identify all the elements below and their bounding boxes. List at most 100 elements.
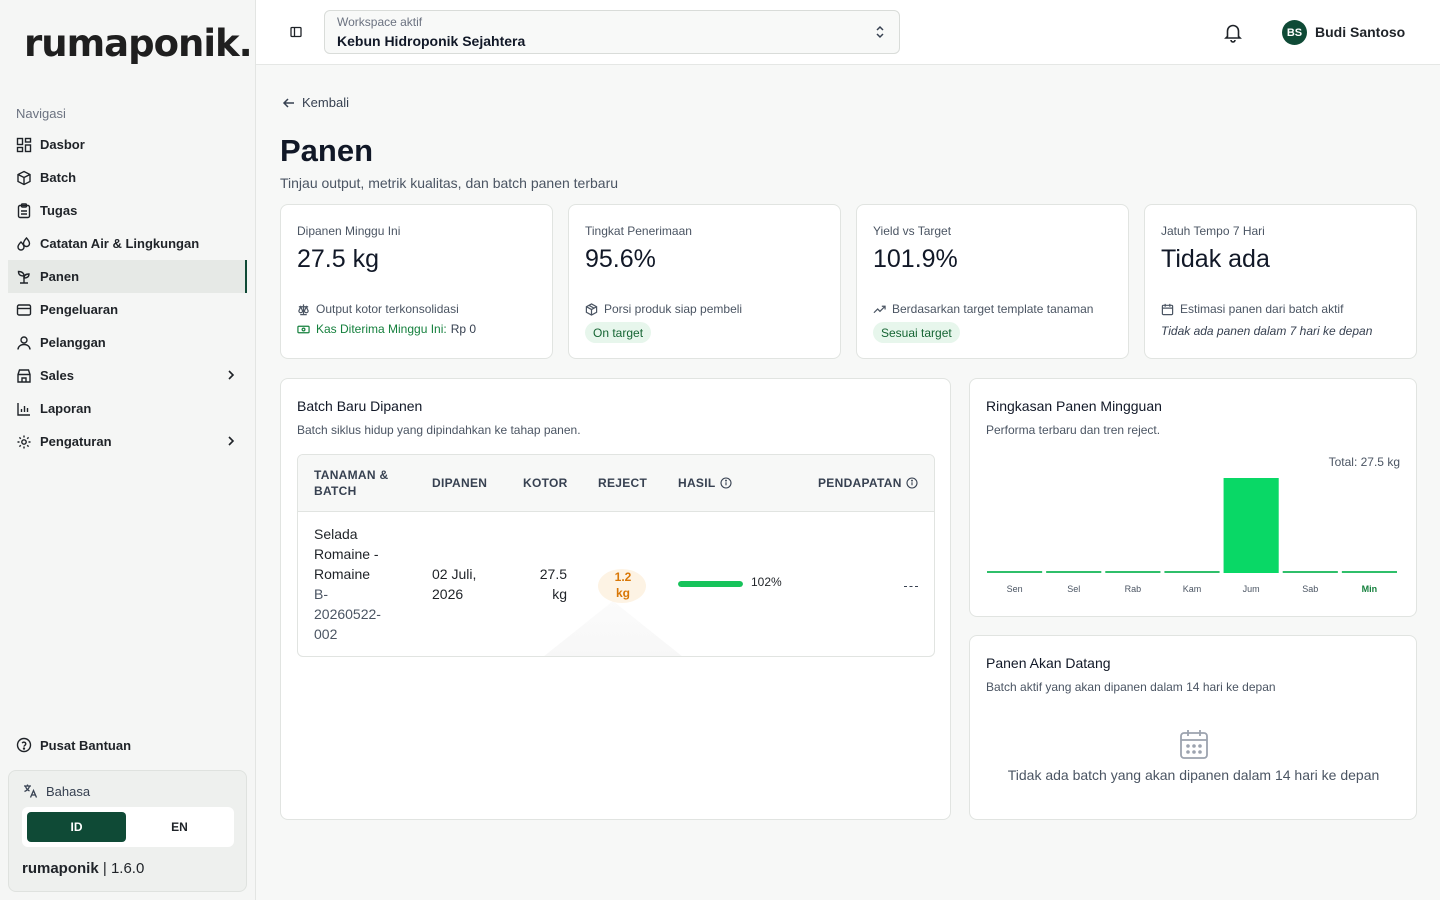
chart-bar-jum[interactable]: [1223, 478, 1279, 573]
sidebar-item-tugas[interactable]: Tugas: [8, 194, 247, 227]
version-number: 1.6.0: [110, 860, 145, 877]
sidebar-item-laporan[interactable]: Laporan: [8, 392, 247, 425]
stat-note-text: Porsi produk siap pembeli: [604, 302, 743, 316]
logo[interactable]: rumaponik.: [24, 22, 253, 65]
wallet-icon: [16, 302, 32, 318]
workspace-label: Workspace aktif: [337, 15, 423, 29]
back-label: Kembali: [302, 95, 349, 110]
crop-name: Selada Romaine - Romaine: [314, 524, 379, 584]
chevron-right-icon: [225, 369, 237, 384]
empty-state-text: Tidak ada batch yang akan dipanen dalam …: [1007, 767, 1380, 783]
column-header-gross[interactable]: KOTOR: [523, 475, 568, 491]
sidebar-item-pengeluaran[interactable]: Pengeluaran: [8, 293, 247, 326]
language-option-en[interactable]: EN: [130, 812, 229, 842]
batch-code-line: 002: [314, 626, 338, 642]
stat-note: Output kotor terkonsolidasi: [297, 302, 459, 316]
sidebar-item-label: Batch: [40, 170, 77, 185]
sidebar-item-label: Sales: [40, 368, 74, 383]
page-title: Panen: [280, 133, 374, 168]
stat-value: 101.9%: [873, 245, 958, 273]
sidebar-item-label: Tugas: [40, 203, 78, 218]
chart-bar-sel[interactable]: [1046, 571, 1102, 573]
chart-bar-sab[interactable]: [1282, 571, 1338, 573]
droplets-icon: [16, 236, 32, 252]
column-header-reject[interactable]: REJECT: [598, 475, 647, 491]
chart-tick-label-jum: Jum: [1243, 584, 1260, 594]
stat-note-text: Output kotor terkonsolidasi: [316, 302, 459, 316]
column-header-crop-line1: TANAMAN &: [314, 468, 389, 482]
batches-table: TANAMAN & BATCH DIPANEN KOTOR REJECT HAS…: [297, 454, 935, 657]
reject-weight: 1.2 kg: [608, 569, 638, 601]
sidebar-toggle-icon[interactable]: [290, 25, 302, 43]
weekly-harvest-chart: Sen Sel Rab Kam Jum Sab Min: [987, 478, 1397, 594]
column-header-harvested[interactable]: DIPANEN: [432, 475, 487, 491]
help-center-link[interactable]: Pusat Bantuan: [16, 737, 131, 753]
chart-bar-min[interactable]: [1341, 571, 1397, 573]
stat-value: 27.5 kg: [297, 245, 380, 273]
sidebar-item-label: Laporan: [40, 401, 92, 416]
bar-chart-icon: [16, 401, 32, 417]
chart-bar-rab[interactable]: [1105, 571, 1161, 573]
stat-card-harvested: Dipanen Minggu Ini 27.5 kg Output kotor …: [280, 204, 553, 359]
section-title: Ringkasan Panen Mingguan: [986, 398, 1162, 414]
upcoming-harvest-card: Panen Akan Datang Batch aktif yang akan …: [969, 635, 1417, 820]
gross-weight-line: 27.5: [539, 566, 567, 582]
topbar: Workspace aktif Kebun Hidroponik Sejahte…: [256, 0, 1440, 65]
user-icon: [16, 335, 32, 351]
cash-received-link[interactable]: Kas Diterima Minggu Ini: Rp 0: [297, 322, 476, 336]
stat-value: 95.6%: [585, 245, 656, 273]
sidebar-item-dasbor[interactable]: Dasbor: [8, 128, 247, 161]
gross-weight: 27.5 kg: [539, 564, 567, 604]
crop-name-line: Selada: [314, 526, 358, 542]
stat-value: Tidak ada: [1161, 245, 1270, 273]
sidebar-item-label: Pelanggan: [40, 335, 106, 350]
sidebar-nav: Dasbor Batch Tugas Catatan Air & Lingkun…: [8, 128, 247, 458]
info-icon[interactable]: [906, 477, 918, 489]
table-header: TANAMAN & BATCH DIPANEN KOTOR REJECT HAS…: [298, 455, 934, 512]
trending-up-icon: [873, 303, 886, 316]
workspace-selector[interactable]: Workspace aktif Kebun Hidroponik Sejahte…: [324, 10, 900, 54]
sidebar-item-batch[interactable]: Batch: [8, 161, 247, 194]
batch-code: B- 20260522- 002: [314, 584, 381, 644]
sidebar-item-pelanggan[interactable]: Pelanggan: [8, 326, 247, 359]
page-subtitle: Tinjau output, metrik kualitas, dan batc…: [280, 175, 619, 191]
column-header-revenue-label: PENDAPATAN: [818, 476, 902, 490]
revenue-empty-dash: [904, 586, 918, 587]
reject-tooltip-shadow: [543, 601, 683, 656]
calendar-icon: [1179, 728, 1209, 765]
chart-total: Total: 27.5 kg: [1328, 455, 1400, 469]
column-header-revenue[interactable]: PENDAPATAN: [818, 475, 918, 491]
language-option-id[interactable]: ID: [27, 812, 126, 842]
sidebar-item-panen[interactable]: Panen: [8, 260, 247, 293]
nav-heading: Navigasi: [16, 106, 66, 121]
translate-icon: [22, 783, 38, 799]
info-icon[interactable]: [719, 477, 732, 489]
bell-icon[interactable]: [1222, 21, 1244, 48]
avatar[interactable]: BS: [1282, 20, 1307, 45]
column-header-yield[interactable]: HASIL: [678, 475, 732, 491]
column-header-crop[interactable]: TANAMAN & BATCH: [314, 467, 388, 499]
back-link[interactable]: Kembali: [282, 95, 349, 110]
yield-progress-fill: [678, 581, 743, 587]
clipboard-icon: [16, 202, 32, 219]
stat-note-text: Berdasarkan target template tanaman: [892, 302, 1094, 316]
sidebar-item-sales[interactable]: Sales: [8, 359, 247, 392]
harvest-date-line: 02 Juli,: [432, 566, 477, 582]
chart-bar-sen[interactable]: [987, 571, 1043, 573]
app-version: rumaponik | 1.6.0: [22, 860, 144, 877]
sidebar-item-label: Pengeluaran: [40, 302, 119, 317]
sidebar-item-catatan-air[interactable]: Catatan Air & Lingkungan: [8, 227, 247, 260]
harvest-date: 02 Juli, 2026: [432, 564, 476, 604]
sidebar: rumaponik. Navigasi Dasbor Batch Tugas C…: [0, 0, 256, 900]
sidebar-item-label: Panen: [40, 269, 80, 284]
workspace-value: Kebun Hidroponik Sejahtera: [337, 33, 526, 49]
sidebar-item-pengaturan[interactable]: Pengaturan: [8, 425, 247, 458]
banknote-icon: [297, 323, 310, 336]
user-name[interactable]: Budi Santoso: [1315, 24, 1405, 40]
batch-code-line: B-: [314, 586, 328, 602]
sidebar-item-label: Dasbor: [40, 137, 85, 152]
chart-tick-label-sen: Sen: [1007, 584, 1023, 594]
chart-bar-kam[interactable]: [1164, 571, 1220, 573]
section-subtitle: Batch siklus hidup yang dipindahkan ke t…: [297, 423, 581, 437]
sidebar-item-label: Pengaturan: [40, 434, 112, 449]
